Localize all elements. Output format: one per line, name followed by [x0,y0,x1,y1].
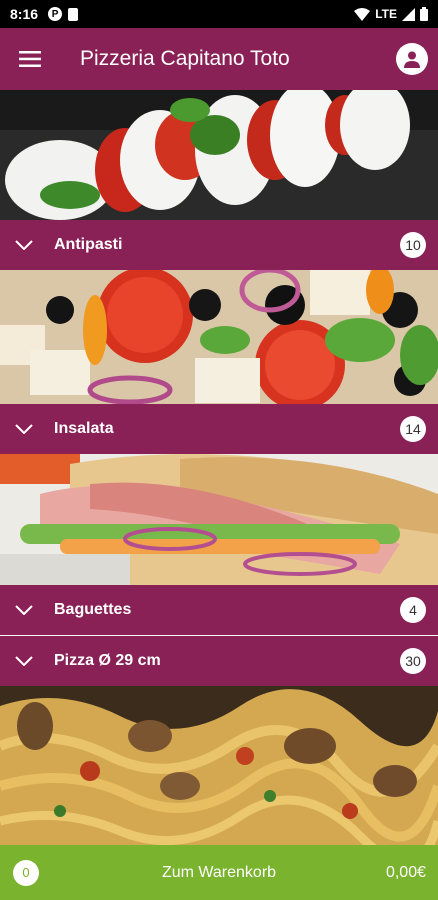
account-button[interactable] [396,43,428,75]
salad-illustration [0,270,438,404]
baguettes-image[interactable] [0,454,438,585]
category-antipasti[interactable]: Antipasti 10 [0,220,438,270]
account-circle-icon [404,51,420,68]
antipasti-image[interactable] [0,90,438,220]
p-notification-icon: P [48,7,63,21]
status-bar: 8:16 P LTE [0,0,438,28]
hamburger-menu-icon [19,51,41,67]
category-insalata[interactable]: Insalata 14 [0,404,438,454]
chevron-down-icon [15,424,33,434]
app-title: Pizzeria Capitano Toto [80,47,290,70]
category-label: Pizza Ø 29 cm [54,652,161,669]
caprese-illustration [0,90,438,220]
category-baguettes[interactable]: Baguettes 4 [0,585,438,635]
category-count-badge: 10 [400,232,426,258]
category-label: Baguettes [54,601,132,618]
pasta-illustration [0,686,438,845]
chevron-down-icon [15,240,33,250]
chevron-down-icon [15,605,33,615]
sim-card-icon [68,7,79,21]
network-type: LTE [375,7,397,21]
pasta-image[interactable] [0,686,438,845]
chevron-down-icon [15,656,33,666]
category-count-badge: 30 [400,648,426,674]
signal-icon [402,7,415,21]
category-count-badge: 4 [400,597,426,623]
cart-button-label: Zum Warenkorb [161,863,277,881]
category-label: Antipasti [54,236,123,253]
cart-bar[interactable]: 0 Zum Warenkorb 0,00€ [0,845,438,900]
menu-button[interactable] [0,28,60,90]
wifi-icon [354,7,371,21]
insalata-image[interactable] [0,270,438,404]
status-time: 8:16 [10,6,39,22]
battery-icon [420,7,428,21]
app-bar: Pizzeria Capitano Toto [0,28,438,90]
category-label: Insalata [54,420,114,437]
category-count-badge: 14 [400,416,426,442]
baguette-illustration [0,454,438,585]
category-pizza[interactable]: Pizza Ø 29 cm 30 [0,636,438,686]
